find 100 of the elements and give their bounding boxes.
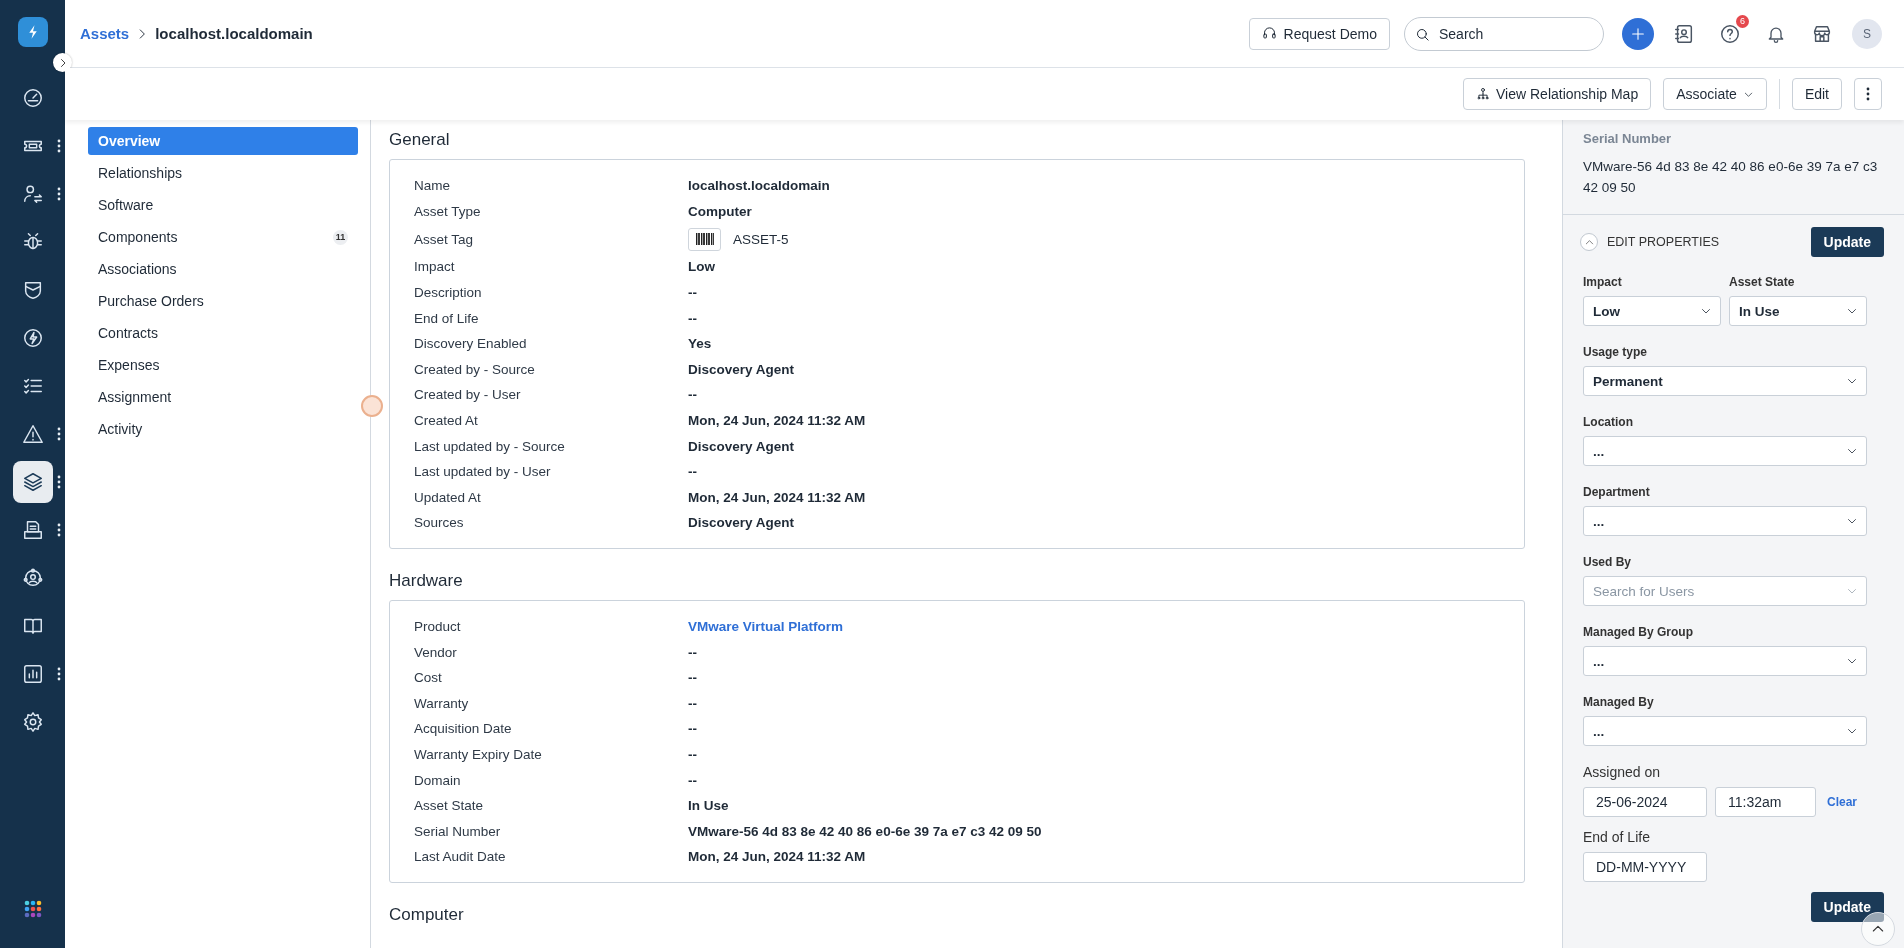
app-logo-icon[interactable] [17, 17, 48, 47]
field-label: Domain [414, 772, 462, 788]
tab[interactable]: Software [88, 191, 358, 219]
field-label: Last updated by - User [414, 464, 552, 480]
select-field[interactable]: Permanent [1583, 366, 1867, 396]
tab[interactable]: Relationships [88, 159, 358, 187]
field-value: Yes [688, 336, 712, 352]
user-avatar[interactable]: S [1852, 18, 1882, 49]
serial-number-value: VMware-56 4d 83 8e 42 40 86 e0-6e 39 7a e7 c3 42 09 50 [1583, 158, 1879, 197]
field-value: -- [688, 695, 697, 711]
notification-badge: 6 [1736, 14, 1749, 28]
edit-properties-title: EDIT PROPERTIES [1607, 235, 1721, 249]
field-value: -- [688, 310, 697, 326]
edit-button[interactable]: Edit [1791, 78, 1842, 110]
relationship-map-button[interactable]: View Relationship Map [1463, 78, 1652, 110]
tab[interactable]: Assignment [88, 383, 358, 411]
field-label: Description [414, 285, 483, 301]
field-value: Mon, 24 Jun, 2024 11:32 AM [688, 413, 866, 429]
bar-chart-icon [21, 663, 44, 685]
update-button[interactable]: Update [1810, 227, 1884, 257]
field-value: Discovery Agent [688, 361, 795, 377]
barcode-icon [695, 233, 714, 246]
select-field[interactable]: ... [1583, 436, 1867, 466]
collapse-toggle[interactable] [1580, 233, 1598, 251]
expand-button[interactable] [53, 53, 72, 72]
field-label: Used By [1583, 555, 1632, 569]
field-label: Asset State [414, 798, 485, 814]
field-value: Computer [688, 203, 752, 219]
field-value: Low [688, 259, 715, 275]
field-label: Impact [1583, 275, 1622, 289]
cursor-marker [361, 395, 383, 417]
request-demo-button[interactable]: Request Demo [1248, 17, 1390, 50]
field-label: Created by - User [414, 387, 522, 403]
field-value: -- [688, 721, 697, 737]
field-value: VMware-56 4d 83 8e 42 40 86 e0-6e 39 7a e7 c3 42 09 50 [688, 823, 1042, 839]
add-button[interactable] [1622, 17, 1654, 50]
field-label: End of Life [1583, 829, 1650, 845]
select-field[interactable]: Low [1583, 296, 1721, 326]
tab[interactable]: Components 11 [88, 223, 358, 251]
select-field[interactable]: ... [1583, 716, 1867, 746]
select-field[interactable]: In Use [1729, 296, 1867, 326]
field-value: -- [688, 464, 697, 480]
field-label: Last updated by - Source [414, 438, 566, 454]
help-button[interactable]: 6 [1714, 17, 1746, 50]
more-vertical-icon[interactable] [56, 523, 61, 537]
field-value: -- [688, 387, 697, 403]
breadcrumb-link[interactable]: Assets [80, 25, 130, 42]
field-value: Discovery Agent [688, 515, 795, 531]
product-link[interactable]: VMware Virtual Platform [688, 619, 844, 634]
tab[interactable]: Expenses [88, 351, 358, 379]
update-button[interactable]: Update [1810, 892, 1884, 922]
search-field[interactable]: Search [1404, 16, 1604, 51]
user-swap-icon [21, 183, 44, 205]
more-vertical-icon[interactable] [56, 475, 61, 489]
clear-link[interactable]: Clear [1827, 795, 1858, 809]
select-field[interactable]: ... [1583, 506, 1867, 536]
field-label: End of Life [414, 310, 480, 326]
field-value: -- [688, 670, 697, 686]
serial-number-label: Serial Number [1583, 131, 1673, 146]
more-vertical-icon[interactable] [56, 427, 61, 441]
layers-icon [21, 471, 44, 493]
plus-icon [1630, 25, 1646, 42]
field-value: Mon, 24 Jun, 2024 11:32 AM [688, 849, 866, 865]
warning-icon [21, 423, 44, 445]
tab[interactable]: Contracts [88, 319, 358, 347]
tab[interactable]: Associations [88, 255, 358, 283]
hierarchy-icon [1476, 87, 1490, 101]
section-title: Computer [389, 904, 465, 925]
field-label: Updated At [414, 489, 482, 505]
apps-grid-icon[interactable] [23, 900, 42, 918]
field-label: Cost [414, 670, 443, 686]
date-field[interactable]: 25-06-2024 [1583, 787, 1707, 817]
field-label: Created by - Source [414, 361, 536, 377]
time-field[interactable]: 11:32am [1715, 787, 1816, 817]
more-vertical-icon[interactable] [56, 667, 61, 681]
field-label: Usage type [1583, 345, 1648, 359]
field-label: Serial Number [414, 823, 502, 839]
more-vertical-icon[interactable] [56, 139, 61, 153]
tab[interactable]: Activity [88, 415, 358, 443]
tab[interactable]: Overview [88, 127, 358, 155]
field-label: Managed By [1583, 695, 1654, 709]
field-label: Product [414, 619, 462, 634]
field-label: Warranty Expiry Date [414, 747, 543, 762]
barcode-button[interactable] [688, 227, 721, 251]
field-label: Asset Type [414, 203, 482, 219]
date-field[interactable]: DD-MM-YYYY [1583, 852, 1707, 882]
select-field[interactable]: ... [1583, 646, 1867, 676]
field-value: -- [688, 772, 697, 788]
field-label: Asset Tag [414, 231, 475, 247]
contact-card-icon [1673, 22, 1695, 45]
more-vertical-icon[interactable] [56, 187, 61, 201]
field-label: Managed By Group [1583, 625, 1693, 639]
tab[interactable]: Purchase Orders [88, 287, 358, 315]
gauge-icon [21, 87, 44, 109]
field-value: Discovery Agent [688, 438, 795, 454]
search-icon [1415, 26, 1430, 42]
more-vertical-icon [1866, 87, 1870, 101]
field-value: -- [688, 644, 697, 660]
associate-dropdown[interactable]: Associate [1663, 78, 1767, 110]
headset-icon [1261, 26, 1277, 41]
